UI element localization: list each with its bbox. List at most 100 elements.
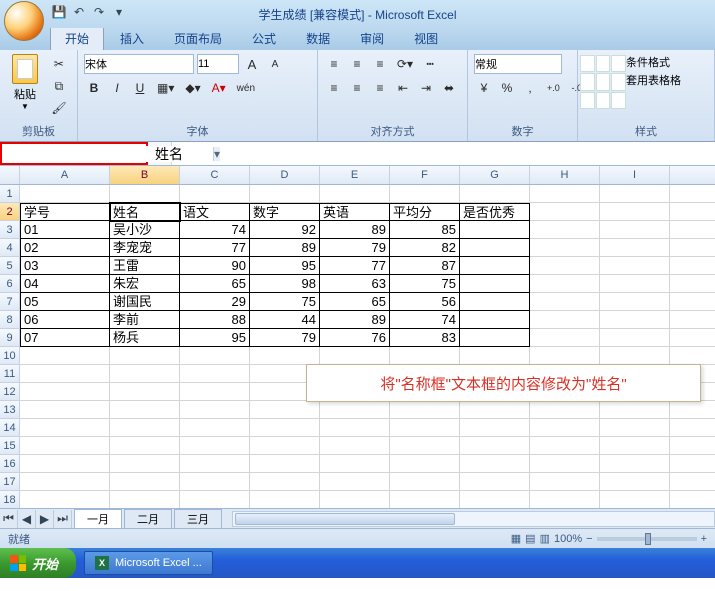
cell[interactable] — [530, 329, 600, 347]
fill-color-button[interactable]: ◆▾ — [181, 78, 204, 98]
view-layout-icon[interactable]: ▤ — [525, 532, 535, 545]
cell[interactable] — [600, 239, 670, 257]
row-head-14[interactable]: 14 — [0, 419, 20, 437]
cell[interactable]: 04 — [20, 275, 110, 293]
merge-button[interactable]: ⬌ — [439, 78, 459, 98]
cell[interactable]: 65 — [180, 275, 250, 293]
select-all-corner[interactable] — [0, 166, 20, 184]
cell[interactable] — [600, 275, 670, 293]
cell[interactable] — [390, 419, 460, 437]
cell[interactable] — [670, 437, 715, 455]
conditional-format-button[interactable] — [584, 54, 622, 110]
cell[interactable] — [530, 203, 600, 221]
shrink-font-button[interactable]: A — [265, 54, 285, 74]
cell[interactable] — [670, 221, 715, 239]
currency-button[interactable]: ¥ — [474, 78, 494, 98]
cell[interactable] — [460, 239, 530, 257]
row-head-16[interactable]: 16 — [0, 455, 20, 473]
cell[interactable]: 56 — [390, 293, 460, 311]
cell[interactable]: 95 — [180, 329, 250, 347]
row-head-18[interactable]: 18 — [0, 491, 20, 508]
underline-button[interactable]: U — [130, 78, 150, 98]
cell[interactable] — [320, 185, 390, 203]
cell[interactable]: 65 — [320, 293, 390, 311]
row-head-12[interactable]: 12 — [0, 383, 20, 401]
cell[interactable] — [320, 455, 390, 473]
row-head-1[interactable]: 1 — [0, 185, 20, 203]
cell[interactable] — [670, 473, 715, 491]
increase-decimal-button[interactable]: +.0 — [543, 78, 564, 98]
cell[interactable] — [670, 257, 715, 275]
cell[interactable] — [460, 437, 530, 455]
col-head-H[interactable]: H — [530, 166, 600, 184]
cell[interactable] — [20, 185, 110, 203]
cell[interactable] — [460, 275, 530, 293]
formula-input[interactable] — [172, 142, 715, 165]
cell[interactable] — [460, 491, 530, 508]
tab-insert[interactable]: 插入 — [106, 27, 158, 50]
cell[interactable]: 29 — [180, 293, 250, 311]
cell[interactable] — [670, 293, 715, 311]
cell[interactable]: 79 — [250, 329, 320, 347]
cell[interactable] — [20, 455, 110, 473]
cell[interactable] — [670, 401, 715, 419]
cell[interactable] — [180, 419, 250, 437]
cell[interactable] — [600, 185, 670, 203]
cell[interactable] — [460, 419, 530, 437]
cell[interactable]: 03 — [20, 257, 110, 275]
cell[interactable]: 姓名 — [110, 203, 180, 221]
cell[interactable]: 02 — [20, 239, 110, 257]
cell[interactable] — [180, 383, 250, 401]
cell[interactable] — [530, 437, 600, 455]
cell[interactable] — [390, 455, 460, 473]
horizontal-scrollbar[interactable] — [232, 511, 715, 527]
orientation-button[interactable]: ⟳▾ — [393, 54, 417, 74]
cell[interactable] — [250, 473, 320, 491]
cell[interactable] — [530, 347, 600, 365]
cell[interactable] — [460, 293, 530, 311]
cell[interactable] — [320, 437, 390, 455]
row-head-5[interactable]: 5 — [0, 257, 20, 275]
cell[interactable]: 77 — [320, 257, 390, 275]
cell[interactable] — [460, 347, 530, 365]
col-head-G[interactable]: G — [460, 166, 530, 184]
row-head-3[interactable]: 3 — [0, 221, 20, 239]
name-box-dropdown[interactable]: ▾ — [213, 147, 220, 161]
cell[interactable] — [600, 311, 670, 329]
sheet-tab-3[interactable]: 三月 — [174, 509, 222, 528]
cell[interactable]: 79 — [320, 239, 390, 257]
cell[interactable]: 李宠宠 — [110, 239, 180, 257]
cell[interactable] — [20, 365, 110, 383]
percent-button[interactable]: % — [497, 78, 517, 98]
cell[interactable] — [600, 293, 670, 311]
cell[interactable] — [250, 455, 320, 473]
cell[interactable] — [460, 401, 530, 419]
cell[interactable] — [180, 185, 250, 203]
cell[interactable] — [670, 329, 715, 347]
cell[interactable] — [20, 401, 110, 419]
cell[interactable]: 83 — [390, 329, 460, 347]
cell[interactable] — [180, 401, 250, 419]
cell[interactable]: 李前 — [110, 311, 180, 329]
row-head-8[interactable]: 8 — [0, 311, 20, 329]
cell[interactable] — [530, 401, 600, 419]
cell[interactable] — [180, 437, 250, 455]
sheet-tab-active[interactable]: 一月 — [74, 509, 122, 528]
cell[interactable] — [320, 401, 390, 419]
office-button[interactable] — [4, 1, 44, 41]
cell[interactable]: 杨兵 — [110, 329, 180, 347]
font-size-combo[interactable] — [197, 54, 239, 74]
align-middle-button[interactable]: ≡ — [347, 54, 367, 74]
cell[interactable] — [600, 437, 670, 455]
cell[interactable]: 数字 — [250, 203, 320, 221]
cell[interactable] — [600, 401, 670, 419]
cell[interactable]: 77 — [180, 239, 250, 257]
cond-format-label[interactable]: 条件格式 — [626, 54, 681, 70]
cell[interactable] — [390, 491, 460, 508]
cell[interactable]: 63 — [320, 275, 390, 293]
cell[interactable] — [180, 347, 250, 365]
col-head-B[interactable]: B — [110, 166, 180, 184]
col-head-D[interactable]: D — [250, 166, 320, 184]
cell[interactable] — [180, 491, 250, 508]
cell[interactable] — [460, 221, 530, 239]
